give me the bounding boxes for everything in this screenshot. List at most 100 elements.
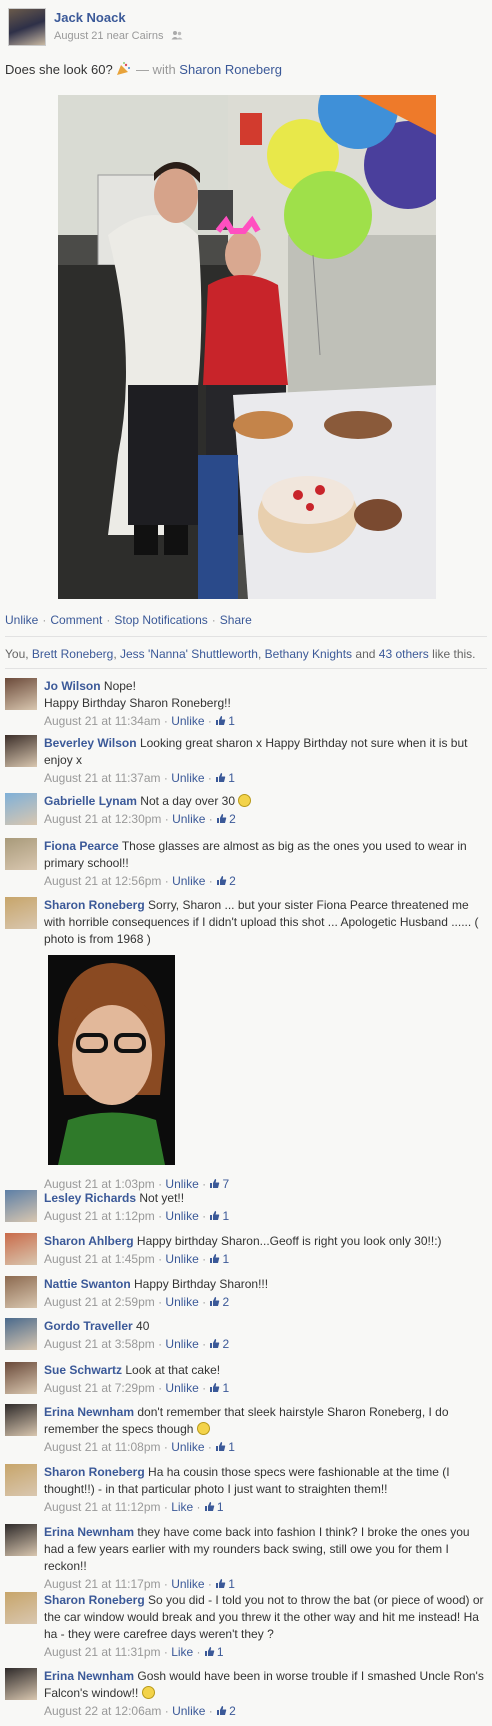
comment-like-toggle[interactable]: Unlike <box>172 1704 205 1718</box>
comment-like-toggle[interactable]: Unlike <box>165 1177 198 1191</box>
commenter-avatar[interactable] <box>5 1592 37 1624</box>
commenter-avatar[interactable] <box>5 1318 37 1350</box>
liker-link[interactable]: Brett Roneberg <box>32 647 113 661</box>
unlike-link[interactable]: Unlike <box>5 613 38 627</box>
comment-like-toggle[interactable]: Unlike <box>172 812 205 826</box>
comment-timestamp[interactable]: August 21 at 2:59pm <box>44 1295 155 1309</box>
share-link[interactable]: Share <box>220 613 252 627</box>
comment-like-toggle[interactable]: Unlike <box>165 1209 198 1223</box>
comment-like-toggle[interactable]: Unlike <box>172 874 205 888</box>
comment-timestamp[interactable]: August 21 at 12:30pm <box>44 812 161 826</box>
commenter-name[interactable]: Lesley Richards <box>44 1191 136 1205</box>
comment-timestamp[interactable]: August 21 at 11:37am <box>44 771 161 785</box>
thumbs-up-icon <box>204 1647 215 1656</box>
commenter-name[interactable]: Sharon Roneberg <box>44 1593 145 1607</box>
commenter-avatar[interactable] <box>5 678 37 710</box>
commenter-name[interactable]: Sharon Roneberg <box>44 1465 145 1479</box>
commenter-name[interactable]: Jo Wilson <box>44 679 101 693</box>
comment-like-count[interactable]: 1 <box>215 1577 235 1591</box>
comment-like-count[interactable]: 1 <box>209 1252 229 1266</box>
commenter-name[interactable]: Sharon Roneberg <box>44 898 145 912</box>
comment-like-toggle[interactable]: Like <box>171 1645 193 1659</box>
commenter-name[interactable]: Beverley Wilson <box>44 736 137 750</box>
comment-timestamp[interactable]: August 21 at 11:08pm <box>44 1440 161 1454</box>
likers-others-link[interactable]: 43 others <box>379 647 429 661</box>
comment-like-toggle[interactable]: Unlike <box>165 1252 198 1266</box>
comment-like-count[interactable]: 2 <box>216 812 236 826</box>
commenter-name[interactable]: Sue Schwartz <box>44 1363 122 1377</box>
comment-timestamp[interactable]: August 21 at 3:58pm <box>44 1337 155 1351</box>
comment-like-count[interactable]: 2 <box>216 874 236 888</box>
commenter-name[interactable]: Gordo Traveller <box>44 1319 133 1333</box>
commenter-avatar[interactable] <box>5 1362 37 1394</box>
commenter-avatar[interactable] <box>5 897 37 929</box>
commenter-avatar[interactable] <box>5 1668 37 1700</box>
comment-timestamp[interactable]: August 21 at 11:12pm <box>44 1500 161 1514</box>
commenter-avatar[interactable] <box>5 735 37 767</box>
comment-timestamp[interactable]: August 21 at 1:03pm <box>44 1177 155 1191</box>
comment-like-toggle[interactable]: Unlike <box>171 1440 204 1454</box>
comment-like-toggle[interactable]: Unlike <box>171 1577 204 1591</box>
comment-body: Lesley Richards Not yet!! August 21 at 1:… <box>44 1190 487 1226</box>
comment-like-count[interactable]: 2 <box>209 1337 229 1351</box>
comment-like-toggle[interactable]: Unlike <box>165 1295 198 1309</box>
commenter-avatar[interactable] <box>5 1233 37 1265</box>
commenter-avatar[interactable] <box>5 1276 37 1308</box>
commenter-name[interactable]: Fiona Pearce <box>44 839 119 853</box>
liker-link[interactable]: Jess 'Nanna' Shuttleworth <box>120 647 258 661</box>
comment-timestamp[interactable]: August 21 at 11:31pm <box>44 1645 161 1659</box>
author-name[interactable]: Jack Noack <box>54 10 126 25</box>
comment-like-toggle[interactable]: Unlike <box>171 714 204 728</box>
commenter-avatar[interactable] <box>5 1190 37 1222</box>
post-photo[interactable] <box>58 95 436 599</box>
comment-like-toggle[interactable]: Unlike <box>171 771 204 785</box>
divider <box>5 668 487 669</box>
stop-notifications-link[interactable]: Stop Notifications <box>114 613 207 627</box>
like-count-value: 1 <box>228 1577 235 1591</box>
comment-body: Nattie Swanton Happy Birthday Sharon!!! A… <box>44 1276 487 1312</box>
divider <box>5 636 487 637</box>
commenter-name[interactable]: Gabrielle Lynam <box>44 794 137 808</box>
commenter-name[interactable]: Erina Newnham <box>44 1669 134 1683</box>
commenter-avatar[interactable] <box>5 838 37 870</box>
comment-like-count[interactable]: 2 <box>209 1295 229 1309</box>
tagged-person-link[interactable]: Sharon Roneberg <box>179 62 282 77</box>
comment-like-count[interactable]: 1 <box>204 1645 224 1659</box>
commenter-avatar[interactable] <box>5 1464 37 1496</box>
commenter-avatar[interactable] <box>5 793 37 825</box>
comment-like-count[interactable]: 1 <box>215 714 235 728</box>
audience-friends-icon[interactable] <box>171 30 183 40</box>
comment-link[interactable]: Comment <box>50 613 102 627</box>
commenter-name[interactable]: Erina Newnham <box>44 1525 134 1539</box>
comment-timestamp[interactable]: August 22 at 12:06am <box>44 1704 161 1718</box>
thumbs-up-icon <box>217 876 227 885</box>
comment-timestamp[interactable]: August 21 at 12:56pm <box>44 874 161 888</box>
comment-like-count[interactable]: 2 <box>216 1704 236 1718</box>
comment-timestamp[interactable]: August 21 at 7:29pm <box>44 1381 155 1395</box>
party-photo-image <box>58 95 436 599</box>
comment-timestamp[interactable]: August 21 at 1:45pm <box>44 1252 155 1266</box>
commenter-avatar[interactable] <box>5 1404 37 1436</box>
comment-like-count[interactable]: 1 <box>204 1500 224 1514</box>
liker-link[interactable]: Bethany Knights <box>265 647 352 661</box>
comment-timestamp[interactable]: August 21 at 11:17pm <box>44 1577 161 1591</box>
comment-like-toggle[interactable]: Like <box>171 1500 193 1514</box>
commenter-avatar[interactable] <box>5 1524 37 1556</box>
comment-like-toggle[interactable]: Unlike <box>165 1337 198 1351</box>
commenter-name[interactable]: Erina Newnham <box>44 1405 134 1419</box>
comment-like-count[interactable]: 1 <box>209 1381 229 1395</box>
comment-like-count[interactable]: 1 <box>215 1440 235 1454</box>
comment-like-count[interactable]: 1 <box>209 1209 229 1223</box>
comment-like-count[interactable]: 1 <box>215 771 235 785</box>
like-count-value: 2 <box>229 812 236 826</box>
comment-footer: August 21 at 2:59pm · Unlike · 2 <box>44 1295 230 1309</box>
comment-timestamp[interactable]: August 21 at 1:12pm <box>44 1209 155 1223</box>
post-time-location[interactable]: August 21 near Cairns <box>54 30 163 42</box>
comment-like-toggle[interactable]: Unlike <box>165 1381 198 1395</box>
comment-timestamp[interactable]: August 21 at 11:34am <box>44 714 161 728</box>
comment-like-count[interactable]: 7 <box>209 1177 229 1191</box>
author-avatar[interactable] <box>8 8 46 46</box>
comment-photo[interactable] <box>48 955 175 1165</box>
commenter-name[interactable]: Nattie Swanton <box>44 1277 131 1291</box>
commenter-name[interactable]: Sharon Ahlberg <box>44 1234 134 1248</box>
